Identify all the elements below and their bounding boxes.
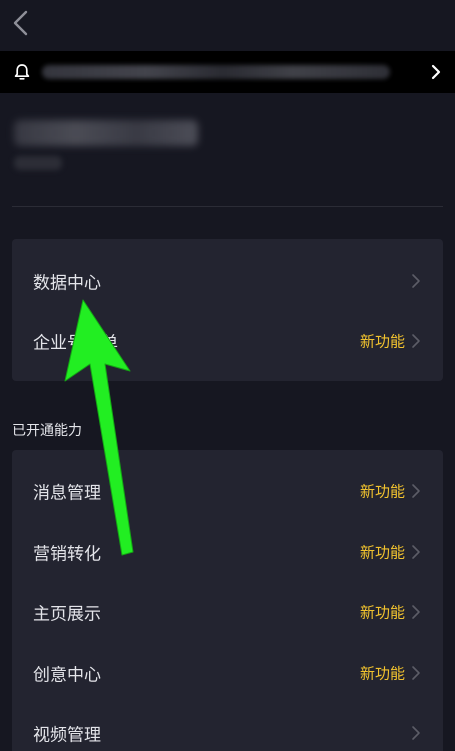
chevron-right-icon [412,274,420,288]
menu-card-top: 数据中心 企业号菜单 新功能 [12,239,443,381]
new-feature-badge: 新功能 [359,482,405,501]
menu-item-creative-center[interactable]: 创意中心 新功能 [12,643,443,703]
chevron-right-icon [412,334,420,348]
menu-item-data-center[interactable]: 数据中心 [12,251,443,311]
bell-icon [14,64,30,80]
chevron-right-icon[interactable] [429,62,443,82]
app-screen: 数据中心 企业号菜单 新功能 已开通能力 消息管理 新功能 营销转化 新功能 主… [0,0,455,751]
menu-item-label: 营销转化 [33,544,101,565]
menu-item-enterprise-menu[interactable]: 企业号菜单 新功能 [12,311,443,371]
menu-item-message-management[interactable]: 消息管理 新功能 [12,461,443,521]
new-feature-badge: 新功能 [359,543,405,562]
section-title-enabled-capabilities: 已开通能力 [12,423,82,439]
menu-item-label: 视频管理 [33,725,101,746]
menu-item-label: 主页展示 [33,604,101,625]
chevron-right-icon [412,666,420,680]
chevron-left-icon [13,10,28,36]
top-nav-bar [0,0,455,48]
chevron-right-icon [412,726,420,740]
divider [12,206,443,207]
new-feature-badge: 新功能 [359,664,405,683]
new-feature-badge: 新功能 [359,603,405,622]
menu-item-video-management[interactable]: 视频管理 [12,703,443,751]
chevron-right-icon [412,605,420,619]
notice-banner[interactable] [0,51,455,93]
account-name-blurred [14,120,198,146]
menu-item-label: 消息管理 [33,483,101,504]
menu-item-marketing-conversion[interactable]: 营销转化 新功能 [12,522,443,582]
chevron-right-icon [412,545,420,559]
menu-item-label: 企业号菜单 [33,333,118,354]
menu-item-label: 数据中心 [33,273,101,294]
menu-item-homepage-display[interactable]: 主页展示 新功能 [12,582,443,642]
chevron-right-icon [412,484,420,498]
back-button[interactable] [8,6,36,40]
menu-item-label: 创意中心 [33,665,101,686]
new-feature-badge: 新功能 [359,332,405,351]
menu-card-enabled: 消息管理 新功能 营销转化 新功能 主页展示 新功能 创意中心 新功能 视频管理 [12,450,443,751]
notice-text-blurred [42,65,390,79]
account-subtitle-blurred [14,156,62,170]
